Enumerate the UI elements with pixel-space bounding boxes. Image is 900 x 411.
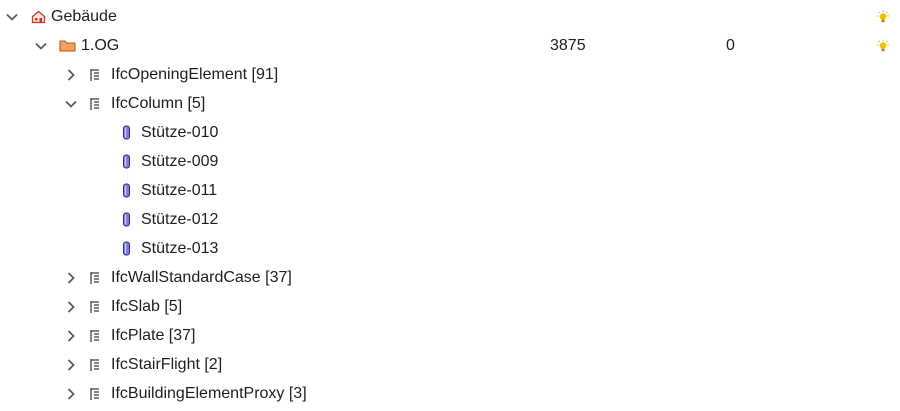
tree-row-element[interactable]: Stütze-009 <box>0 147 900 176</box>
tree-row-label: IfcColumn [5] <box>111 95 206 112</box>
tree-row-label: Stütze-013 <box>141 240 219 257</box>
tree-row-element[interactable]: Stütze-010 <box>0 118 900 147</box>
chevron-down-icon[interactable] <box>33 31 49 60</box>
chevron-right-icon[interactable] <box>63 350 79 379</box>
ifc-type-icon <box>89 321 101 350</box>
tree-row-label: Stütze-009 <box>141 153 219 170</box>
chevron-down-icon[interactable] <box>4 2 20 31</box>
column-icon <box>122 118 131 147</box>
column-icon <box>122 176 131 205</box>
tree-row-type-group[interactable]: IfcOpeningElement [91] <box>0 60 900 89</box>
model-tree: Gebäude 1.OG 3875 0 IfcOpeningElement [9… <box>0 2 900 408</box>
tree-row-label: IfcBuildingElementProxy [3] <box>111 385 307 402</box>
tree-row-element[interactable]: Stütze-012 <box>0 205 900 234</box>
chevron-down-icon[interactable] <box>63 89 79 118</box>
chevron-right-icon[interactable] <box>63 60 79 89</box>
tree-row-storey[interactable]: 1.OG 3875 0 <box>0 31 900 60</box>
tree-row-type-group[interactable]: IfcSlab [5] <box>0 292 900 321</box>
ifc-type-icon <box>89 89 101 118</box>
tree-row-element[interactable]: Stütze-011 <box>0 176 900 205</box>
tree-row-label: IfcOpeningElement [91] <box>111 66 279 83</box>
column-icon <box>122 234 131 263</box>
ifc-type-icon <box>89 292 101 321</box>
storey-icon <box>59 31 76 60</box>
tree-row-label: Stütze-011 <box>141 182 218 199</box>
tree-row-label: Stütze-012 <box>141 211 219 228</box>
tree-row-label: IfcPlate [37] <box>111 327 196 344</box>
tree-row-label: IfcWallStandardCase [37] <box>111 269 292 286</box>
tree-row-type-group[interactable]: IfcWallStandardCase [37] <box>0 263 900 292</box>
tree-row-type-group[interactable]: IfcStairFlight [2] <box>0 350 900 379</box>
tree-row-type-group[interactable]: IfcPlate [37] <box>0 321 900 350</box>
ifc-type-icon <box>89 60 101 89</box>
tree-row-label: IfcSlab [5] <box>111 298 183 315</box>
storey-value-2: 0 <box>726 37 735 54</box>
chevron-right-icon[interactable] <box>63 292 79 321</box>
tree-row-label: Gebäude <box>51 8 117 25</box>
tree-row-type-group[interactable]: IfcColumn [5] <box>0 89 900 118</box>
tree-row-label: IfcStairFlight [2] <box>111 356 223 373</box>
column-icon <box>122 205 131 234</box>
building-icon <box>31 2 46 31</box>
lightbulb-icon[interactable] <box>876 2 890 31</box>
tree-row-building[interactable]: Gebäude <box>0 2 900 31</box>
chevron-right-icon[interactable] <box>63 379 79 408</box>
chevron-right-icon[interactable] <box>63 321 79 350</box>
column-icon <box>122 147 131 176</box>
tree-row-label: 1.OG <box>81 37 120 54</box>
chevron-right-icon[interactable] <box>63 263 79 292</box>
ifc-type-icon <box>89 263 101 292</box>
storey-value-1: 3875 <box>550 37 586 54</box>
tree-row-label: Stütze-010 <box>141 124 219 141</box>
ifc-type-icon <box>89 350 101 379</box>
ifc-type-icon <box>89 379 101 408</box>
lightbulb-icon[interactable] <box>876 31 890 60</box>
tree-row-type-group[interactable]: IfcBuildingElementProxy [3] <box>0 379 900 408</box>
tree-row-element[interactable]: Stütze-013 <box>0 234 900 263</box>
